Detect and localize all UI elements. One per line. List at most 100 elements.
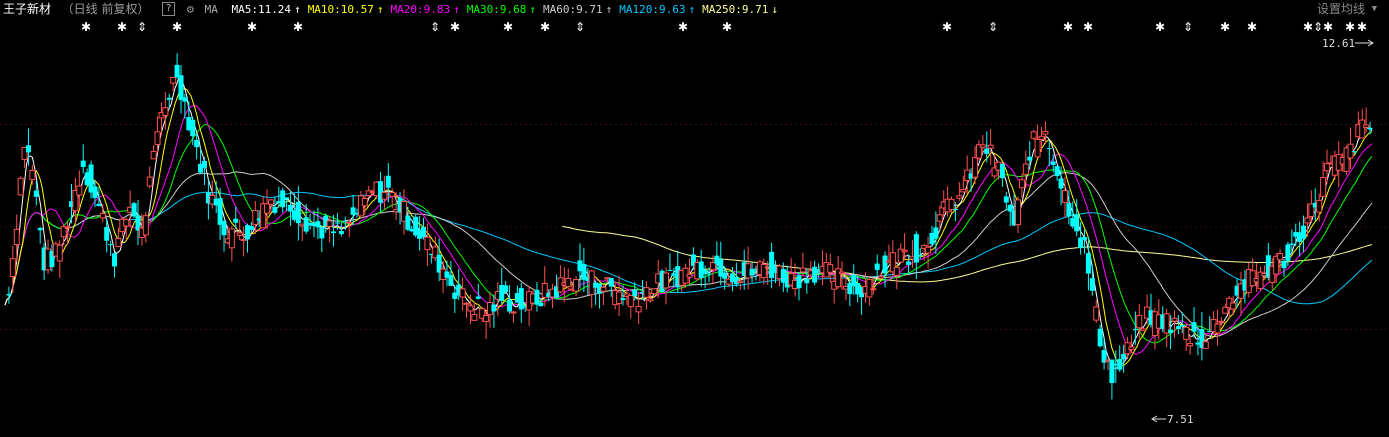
- candle-body[interactable]: [1222, 306, 1229, 314]
- candle-body[interactable]: [936, 214, 943, 222]
- candle-body[interactable]: [25, 145, 31, 153]
- event-marker[interactable]: ✱: [1220, 20, 1230, 34]
- candle-body[interactable]: [503, 285, 509, 292]
- candle-body[interactable]: [190, 119, 196, 137]
- candle-body[interactable]: [878, 275, 885, 279]
- candle-body[interactable]: [769, 251, 775, 278]
- candle-body[interactable]: [1003, 196, 1009, 203]
- candle-body[interactable]: [1093, 306, 1100, 321]
- candle-body[interactable]: [1230, 302, 1237, 310]
- event-marker[interactable]: ✱: [1303, 20, 1313, 34]
- event-marker[interactable]: ✱: [1345, 20, 1355, 34]
- candle-body[interactable]: [698, 261, 704, 278]
- candle-body[interactable]: [9, 258, 16, 278]
- candle-body[interactable]: [620, 298, 626, 301]
- event-marker[interactable]: ⇕: [137, 20, 147, 34]
- candle-body[interactable]: [92, 186, 98, 199]
- candle-body[interactable]: [1140, 328, 1147, 332]
- candle-body[interactable]: [104, 227, 110, 241]
- candle-body[interactable]: [80, 160, 86, 168]
- candle-body[interactable]: [733, 276, 739, 285]
- candle-body[interactable]: [162, 107, 169, 116]
- candle-body[interactable]: [1281, 260, 1287, 269]
- candle-body[interactable]: [651, 288, 658, 295]
- candle-body[interactable]: [835, 268, 842, 288]
- candle-body[interactable]: [702, 269, 708, 275]
- event-marker[interactable]: ✱: [1083, 20, 1093, 34]
- event-marker[interactable]: ✱: [1357, 20, 1367, 34]
- candle-body[interactable]: [925, 246, 932, 254]
- candle-body[interactable]: [1058, 178, 1064, 189]
- candle-body[interactable]: [1121, 353, 1127, 360]
- candle-body[interactable]: [635, 306, 642, 313]
- candle-body[interactable]: [240, 239, 247, 242]
- candle-body[interactable]: [272, 206, 278, 213]
- candle-body[interactable]: [799, 267, 806, 273]
- event-marker[interactable]: ✱: [503, 20, 513, 34]
- candle-body[interactable]: [956, 195, 963, 199]
- candle-body[interactable]: [1324, 163, 1331, 172]
- candle-body[interactable]: [334, 222, 340, 224]
- event-marker[interactable]: ⇕: [988, 20, 998, 34]
- candle-body[interactable]: [749, 268, 755, 276]
- event-marker[interactable]: ✱: [81, 20, 91, 34]
- candle-body[interactable]: [1022, 163, 1029, 175]
- candle-body[interactable]: [471, 314, 478, 321]
- candle-body[interactable]: [166, 97, 172, 100]
- candle-body[interactable]: [1183, 326, 1190, 340]
- candle-body[interactable]: [1066, 203, 1072, 217]
- candle-body[interactable]: [1187, 343, 1194, 347]
- event-marker[interactable]: ⇕: [1313, 20, 1323, 34]
- candle-body[interactable]: [252, 210, 259, 225]
- candle-body[interactable]: [1085, 253, 1091, 274]
- candle-body[interactable]: [1168, 329, 1174, 334]
- candle-body[interactable]: [1117, 359, 1123, 370]
- candle-body[interactable]: [1050, 161, 1056, 166]
- candle-body[interactable]: [893, 266, 900, 276]
- candle-body[interactable]: [1042, 130, 1049, 135]
- candle-body[interactable]: [1214, 323, 1221, 334]
- candle-body[interactable]: [1301, 225, 1307, 239]
- candle-body[interactable]: [467, 305, 474, 312]
- event-marker[interactable]: ✱: [678, 20, 688, 34]
- candle-body[interactable]: [573, 279, 580, 292]
- candle-body[interactable]: [405, 215, 411, 230]
- candle-body[interactable]: [534, 289, 540, 305]
- candle-body[interactable]: [6, 293, 12, 296]
- candle-body[interactable]: [882, 255, 888, 274]
- candle-body[interactable]: [319, 227, 325, 239]
- candle-body[interactable]: [1132, 329, 1138, 331]
- candle-body[interactable]: [37, 227, 43, 231]
- candle-body[interactable]: [381, 191, 388, 200]
- candle-body[interactable]: [123, 219, 130, 227]
- candle-body[interactable]: [1061, 190, 1068, 203]
- event-marker[interactable]: ✱: [1155, 20, 1165, 34]
- candle-body[interactable]: [839, 271, 846, 274]
- candle-body[interactable]: [647, 298, 654, 302]
- candle-body[interactable]: [804, 278, 810, 284]
- candle-body[interactable]: [346, 221, 353, 224]
- event-marker[interactable]: ✱: [942, 20, 952, 34]
- candle-body[interactable]: [228, 228, 235, 249]
- candle-body[interactable]: [421, 226, 427, 238]
- event-marker[interactable]: ✱: [293, 20, 303, 34]
- candle-body[interactable]: [987, 144, 994, 149]
- candle-body[interactable]: [170, 76, 177, 84]
- candle-body[interactable]: [13, 228, 20, 246]
- candle-body[interactable]: [1367, 127, 1373, 130]
- candle-body[interactable]: [295, 201, 301, 224]
- candle-body[interactable]: [331, 231, 337, 234]
- candle-body[interactable]: [459, 288, 466, 298]
- candle-body[interactable]: [326, 220, 333, 227]
- candle-body[interactable]: [686, 273, 693, 278]
- candle-body[interactable]: [667, 269, 673, 271]
- candle-body[interactable]: [663, 272, 670, 289]
- candle-body[interactable]: [1218, 320, 1225, 323]
- candle-body[interactable]: [906, 261, 912, 265]
- candle-body[interactable]: [1074, 214, 1080, 232]
- candle-body[interactable]: [150, 150, 157, 160]
- candle-body[interactable]: [1038, 135, 1045, 140]
- event-marker[interactable]: ⇕: [1183, 20, 1193, 34]
- candle-body[interactable]: [194, 139, 200, 148]
- candle-body[interactable]: [483, 315, 490, 323]
